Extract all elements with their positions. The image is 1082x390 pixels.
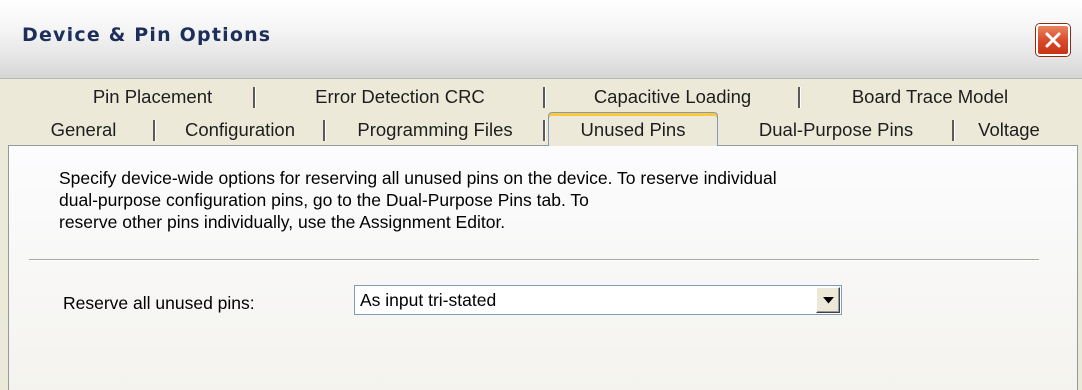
tab-programming-files[interactable]: Programming Files xyxy=(325,115,545,145)
tab-error-detection-crc[interactable]: Error Detection CRC xyxy=(255,82,545,112)
separator xyxy=(29,259,1039,261)
tab-pin-placement[interactable]: Pin Placement xyxy=(50,82,255,112)
tab-unused-pins[interactable]: Unused Pins xyxy=(548,112,718,146)
reserve-unused-pins-select[interactable]: As input tri-stated xyxy=(354,285,842,315)
description-line: dual-purpose configuration pins, go to t… xyxy=(59,190,589,210)
tab-voltage[interactable]: Voltage xyxy=(954,115,1064,145)
tab-general[interactable]: General xyxy=(12,115,155,145)
description-text: Specify device-wide options for reservin… xyxy=(59,167,1019,233)
window-title: Device & Pin Options xyxy=(22,24,272,46)
chevron-down-icon xyxy=(823,297,834,304)
tab-capacitive-loading[interactable]: Capacitive Loading xyxy=(545,82,800,112)
title-bar[interactable]: Device & Pin Options xyxy=(0,0,1082,79)
reserve-unused-pins-label: Reserve all unused pins: xyxy=(63,293,255,313)
tab-dual-purpose-pins[interactable]: Dual-Purpose Pins xyxy=(718,115,954,145)
close-icon xyxy=(1045,32,1061,48)
unused-pins-panel: Specify device-wide options for reservin… xyxy=(8,145,1078,390)
close-button[interactable] xyxy=(1036,24,1070,56)
select-value: As input tri-stated xyxy=(360,290,497,310)
description-line: Specify device-wide options for reservin… xyxy=(59,168,777,188)
dialog-body: Pin Placement Error Detection CRC Capaci… xyxy=(0,79,1082,390)
device-pin-options-dialog: Device & Pin Options Pin Placement Error… xyxy=(0,0,1082,390)
description-line: reserve other pins individually, use the… xyxy=(59,212,506,232)
tab-board-trace-model[interactable]: Board Trace Model xyxy=(800,82,1060,112)
tab-configuration[interactable]: Configuration xyxy=(155,115,325,145)
dropdown-button[interactable] xyxy=(816,287,840,313)
